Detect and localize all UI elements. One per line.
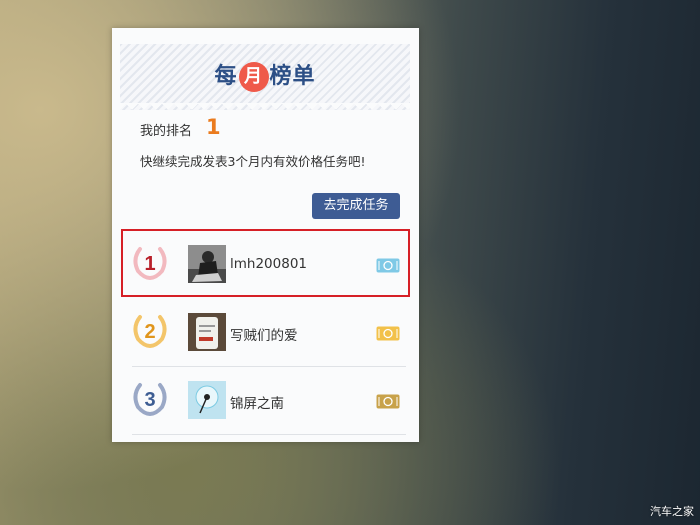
ticket-icon[interactable] — [376, 258, 400, 273]
rank-number: 1 — [144, 253, 155, 275]
my-rank-label: 我的排名 — [140, 124, 193, 139]
complete-task-button[interactable]: 去完成任务 — [312, 193, 400, 219]
banner-zigzag-edge — [120, 103, 410, 111]
leaderboard-row-3[interactable]: 3 锦屏之南 — [120, 367, 410, 435]
task-hint: 快继续完成发表3个月内有效价格任务吧! — [140, 154, 366, 169]
username[interactable]: 锦屏之南 — [230, 392, 284, 412]
banner-title-month-badge: 月 — [238, 62, 269, 92]
my-rank: 我的排名 1 — [140, 115, 221, 139]
leaderboard-row-1[interactable]: 1 lmh200801 — [120, 231, 410, 299]
rank-number: 3 — [144, 389, 155, 411]
ticket-icon[interactable] — [376, 394, 400, 409]
rank-number: 2 — [144, 321, 155, 343]
username[interactable]: lmh200801 — [230, 256, 307, 272]
my-rank-value: 1 — [206, 115, 221, 139]
banner-title-left: 每 — [214, 64, 238, 89]
leaderboard-banner: 每月榜单 — [120, 44, 410, 111]
monthly-leaderboard-panel: 每月榜单 我的排名 1 快继续完成发表3个月内有效价格任务吧! 去完成任务 1 … — [112, 28, 419, 442]
banner-title: 每月榜单 — [120, 58, 410, 92]
avatar[interactable] — [188, 381, 226, 419]
leaderboard-row-2[interactable]: 2 写贼们的爱 — [120, 299, 410, 367]
banner-title-right: 榜单 — [269, 64, 316, 89]
username[interactable]: 写贼们的爱 — [230, 324, 298, 344]
rank-wreath-icon: 1 — [133, 247, 167, 281]
avatar[interactable] — [188, 245, 226, 283]
rank-wreath-icon: 3 — [133, 383, 167, 417]
rank-wreath-icon: 2 — [133, 315, 167, 349]
ticket-icon[interactable] — [376, 326, 400, 341]
watermark: 汽车之家 — [650, 505, 694, 518]
avatar[interactable] — [188, 313, 226, 351]
row-divider — [132, 434, 406, 435]
